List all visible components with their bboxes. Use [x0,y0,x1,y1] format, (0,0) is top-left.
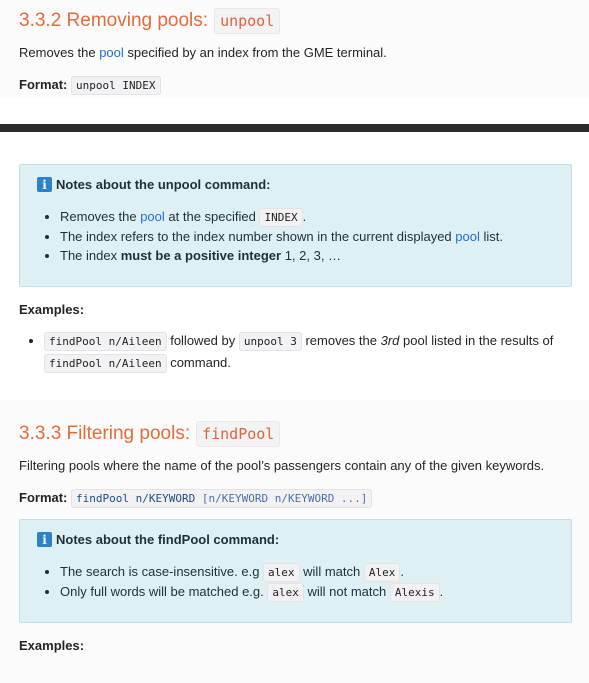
format-line: Format: findPool n/KEYWORD [n/KEYWORD n/… [19,489,373,508]
list-item: The search is case-insensitive. e.g alex… [60,562,443,582]
note-title: i Notes about the findPool command: [37,532,279,547]
info-icon: i [37,532,52,547]
heading-code-findpool: findPool [196,421,281,447]
note-box-findpool: i Notes about the findPool command: The … [19,519,572,623]
examples-label: Examples: [19,302,85,317]
section-description: Filtering pools where the name of the po… [19,458,545,473]
pool-link[interactable]: pool [99,45,124,60]
list-item: The index refers to the index number sho… [60,227,503,246]
example-code: findPool n/Aileen [44,354,167,373]
example-code: Alex [363,563,401,582]
example-code: Alexis [389,583,440,602]
list-item: Removes the pool at the specified INDEX. [60,207,503,227]
format-label: Format: [19,490,68,505]
list-item: Only full words will be matched e.g. ale… [60,582,443,602]
format-code: unpool INDEX [71,76,161,95]
section-divider [0,124,589,132]
section-3-3-2: 3.3.2 Removing pools: unpool Removes the… [0,0,589,98]
example-code: alex [267,583,304,602]
list-item: findPool n/Aileen followed by unpool 3 r… [44,330,574,374]
example-code: findPool n/Aileen [44,332,167,351]
format-code: findPool n/KEYWORD [n/KEYWORD n/KEYWORD … [71,489,373,508]
examples-list: findPool n/Aileen followed by unpool 3 r… [26,330,574,374]
note-box-unpool: i Notes about the unpool command: Remove… [19,164,572,287]
heading-code-unpool: unpool [214,8,281,34]
note-bullets: The search is case-insensitive. e.g alex… [42,562,443,602]
example-code: alex [263,563,300,582]
section-3-3-3: 3.3.3 Filtering pools: findPool Filterin… [0,400,589,683]
section-heading-filtering-pools: 3.3.3 Filtering pools: findPool [19,421,281,447]
note-bullets: Removes the pool at the specified INDEX.… [42,207,503,265]
pool-link[interactable]: pool [455,229,480,244]
section-heading-removing-pools: 3.3.2 Removing pools: unpool [19,8,281,34]
format-line: Format: unpool INDEX [19,76,161,95]
section-description: Removes the pool specified by an index f… [19,45,387,60]
examples-label: Examples: [19,638,85,653]
index-code: INDEX [259,208,303,227]
example-code: unpool 3 [238,332,302,351]
info-icon: i [37,177,52,192]
pool-link[interactable]: pool [140,209,165,224]
format-label: Format: [19,77,68,92]
note-title: i Notes about the unpool command: [37,177,271,192]
list-item: The index must be a positive integer 1, … [60,246,503,265]
